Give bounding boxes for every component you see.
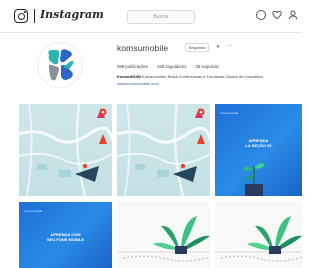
nav-icons xyxy=(256,10,298,20)
posts-count: 258 publicações xyxy=(117,64,149,69)
profile-header: komsumobile Seguindo ▾ ··· 258 publicaçõ… xyxy=(0,34,302,100)
post-thumbnail[interactable]: Komsumobile APRENDA LA SEÇÃO 00 xyxy=(215,104,302,196)
following-button[interactable]: Seguindo xyxy=(185,43,209,52)
komsu-logo-icon xyxy=(37,42,83,88)
post-thumbnail[interactable] xyxy=(117,104,210,196)
avatar[interactable] xyxy=(37,42,83,88)
post-thumbnail[interactable]: Komsumobile APRENDA COM SEU FONE MOBILE xyxy=(19,202,112,268)
profile-website-link[interactable]: www.komsumobile.com xyxy=(117,81,159,86)
profile-bio: KomsuMOBI Komsumobile Brasil Conferencia… xyxy=(117,74,295,79)
profile-username: komsumobile xyxy=(117,43,169,53)
following-count[interactable]: 25 seguindo xyxy=(195,64,218,69)
map-illustration xyxy=(19,104,112,196)
post-title: APRENDA COM SEU FONE MOBILE xyxy=(46,232,85,242)
top-navigation-bar: Instagram Buscar xyxy=(0,0,302,33)
post-brand-tag: Komsumobile xyxy=(24,209,43,213)
profile-stats: 258 publicações 328 seguidores 25 seguin… xyxy=(117,64,219,69)
user-icon[interactable] xyxy=(288,10,298,20)
logo-divider xyxy=(34,9,35,23)
plant-illustration xyxy=(117,216,210,262)
bio-text: Komsumobile Brasil Conferencias e Fundac… xyxy=(142,74,263,79)
search-input[interactable]: Buscar xyxy=(127,10,195,24)
plant-illustration xyxy=(215,216,302,262)
map-illustration xyxy=(117,104,210,196)
instagram-wordmark[interactable]: Instagram xyxy=(40,8,104,21)
chevron-down-icon[interactable]: ▾ xyxy=(213,43,223,52)
followers-count[interactable]: 328 seguidores xyxy=(157,64,186,69)
post-thumbnail[interactable] xyxy=(19,104,112,196)
instagram-camera-icon[interactable] xyxy=(14,9,28,23)
compass-icon[interactable] xyxy=(256,10,266,20)
post-thumbnail[interactable] xyxy=(117,202,210,268)
bio-display-name: KomsuMOBI xyxy=(117,74,141,79)
plant-illustration xyxy=(243,162,265,196)
post-thumbnail[interactable] xyxy=(215,202,302,268)
more-options-button[interactable]: ··· xyxy=(226,42,238,51)
heart-icon[interactable] xyxy=(272,10,282,20)
